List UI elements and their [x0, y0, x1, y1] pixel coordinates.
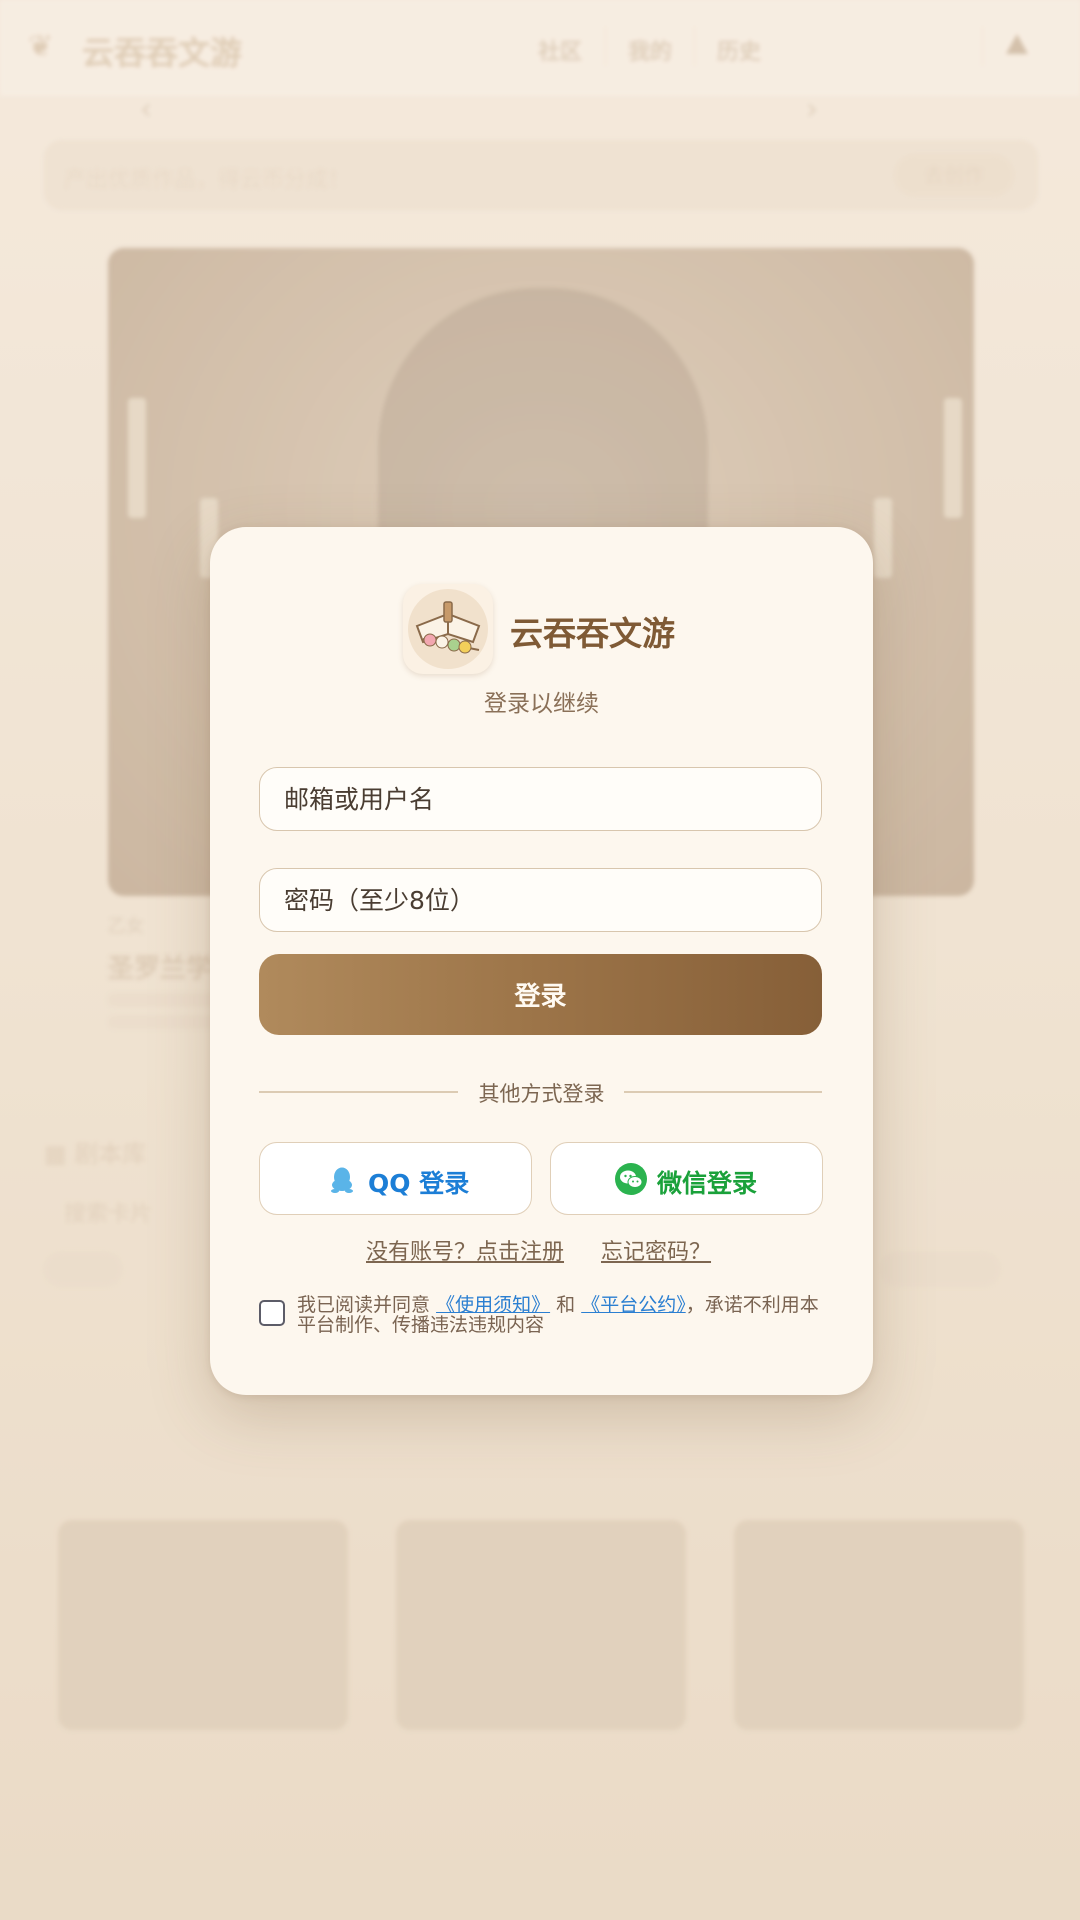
divider-text: 其他方式登录	[478, 1082, 605, 1106]
agreement-prefix: 我已阅读并同意	[297, 1294, 431, 1316]
wechat-login-label: 微信登录	[657, 1169, 758, 1198]
agreement-text: 我已阅读并同意 《使用须知》 和 《平台公约》，承诺不利用本平台制作、传播违法违…	[297, 1295, 837, 1335]
wechat-icon	[615, 1163, 647, 1195]
password-input[interactable]	[259, 868, 822, 932]
qq-login-button[interactable]: QQ 登录	[259, 1142, 532, 1215]
forgot-password-link[interactable]: 忘记密码？	[601, 1234, 711, 1266]
brand-logo	[403, 584, 493, 674]
username-input[interactable]	[259, 767, 822, 831]
login-subtitle: 登录以继续	[484, 691, 599, 717]
qq-penguin-icon	[331, 1167, 353, 1193]
terms-link[interactable]: 《使用须知》	[436, 1294, 550, 1316]
book-dango-icon	[415, 601, 481, 654]
login-button[interactable]: 登录	[259, 954, 822, 1035]
agreement-checkbox[interactable]	[259, 1300, 285, 1326]
brand-title: 云吞吞文游	[510, 614, 675, 653]
qq-login-label: QQ 登录	[368, 1169, 470, 1198]
agreement-and: 和	[556, 1294, 576, 1316]
login-modal: 云吞吞文游 登录以继续 登录 其他方式登录 QQ 登录 微信登录 没有账号？	[210, 527, 873, 1395]
convention-link[interactable]: 《平台公约》	[581, 1294, 686, 1316]
wechat-login-button[interactable]: 微信登录	[550, 1142, 823, 1215]
register-link[interactable]: 没有账号？点击注册	[366, 1234, 564, 1266]
